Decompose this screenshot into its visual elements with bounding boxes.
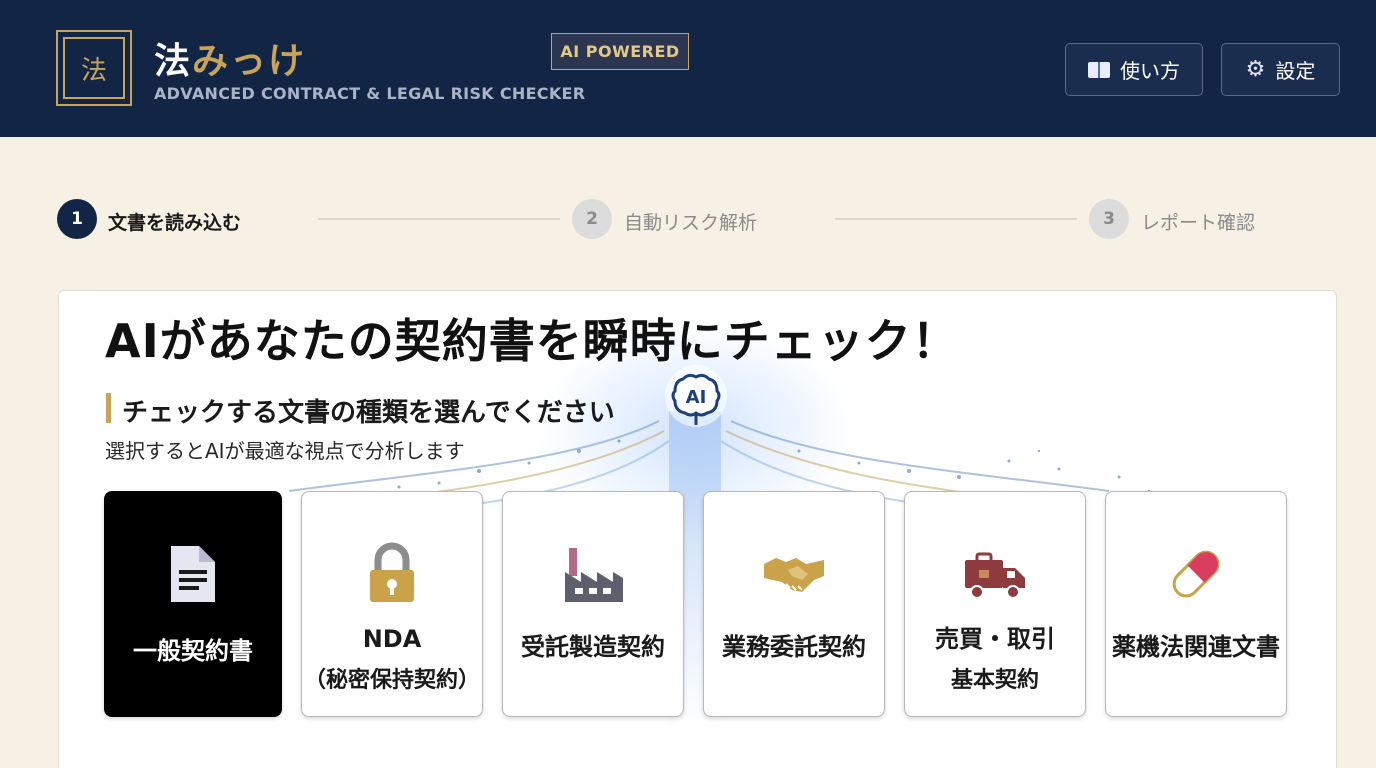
app-subtitle: ADVANCED CONTRACT & LEGAL RISK CHECKER bbox=[154, 84, 586, 103]
app-title-main: 法 bbox=[154, 40, 193, 82]
option-sales-transaction[interactable]: 売買・取引 基本契約 bbox=[904, 491, 1086, 717]
ai-powered-badge: AI POWERED bbox=[551, 33, 689, 70]
section-title: チェックする文書の種類を選んでください bbox=[122, 398, 615, 428]
app-header: 法 法みっけ ADVANCED CONTRACT & LEGAL RISK CH… bbox=[0, 0, 1376, 137]
option-label: 業務委託契約 bbox=[722, 633, 866, 661]
help-button-label: 使い方 bbox=[1120, 59, 1180, 83]
step-3-label: レポート確認 bbox=[1141, 212, 1256, 234]
book-icon bbox=[1088, 61, 1110, 78]
step-1-number: 1 bbox=[57, 199, 97, 239]
step-2-label: 自動リスク解析 bbox=[624, 212, 758, 234]
handshake-icon bbox=[764, 558, 824, 592]
option-label: NDA bbox=[362, 625, 422, 653]
step-connector bbox=[318, 218, 560, 220]
app-title: 法みっけ bbox=[154, 32, 306, 84]
document-type-card: AIがあなたの契約書を瞬時にチェック！ AI チェックする文書の種類を選んでくだ… bbox=[58, 290, 1337, 768]
truck-icon bbox=[965, 552, 1025, 599]
option-general-contract[interactable]: 一般契約書 bbox=[104, 491, 282, 717]
step-connector bbox=[835, 218, 1077, 220]
app-title-accent: みっけ bbox=[192, 40, 307, 82]
ai-brain-icon: AI bbox=[665, 365, 727, 427]
logo: 法 bbox=[56, 30, 132, 106]
section-subtitle: 選択するとAIが最適な視点で分析します bbox=[105, 439, 465, 463]
pill-icon bbox=[1172, 550, 1220, 598]
option-label: 受託製造契約 bbox=[521, 633, 665, 661]
document-icon bbox=[171, 546, 215, 602]
gear-icon: ⚙ bbox=[1245, 56, 1266, 82]
option-nda[interactable]: NDA （秘密保持契約） bbox=[301, 491, 483, 717]
svg-text:AI: AI bbox=[686, 387, 707, 408]
factory-icon bbox=[565, 548, 623, 602]
section-accent-bar bbox=[106, 393, 111, 423]
option-label: 一般契約書 bbox=[133, 637, 253, 665]
step-3-number: 3 bbox=[1089, 199, 1129, 239]
option-contract-manufacturing[interactable]: 受託製造契約 bbox=[502, 491, 684, 717]
settings-button[interactable]: ⚙ 設定 bbox=[1221, 43, 1340, 96]
step-2-number: 2 bbox=[572, 199, 612, 239]
help-button[interactable]: 使い方 bbox=[1065, 43, 1203, 96]
settings-button-label: 設定 bbox=[1275, 59, 1316, 83]
option-label-secondary: 基本契約 bbox=[950, 668, 1039, 693]
page-headline: AIがあなたの契約書を瞬時にチェック！ bbox=[105, 314, 959, 368]
option-label: 薬機法関連文書 bbox=[1112, 633, 1280, 661]
option-business-outsourcing[interactable]: 業務委託契約 bbox=[703, 491, 885, 717]
step-1-label: 文書を読み込む bbox=[108, 212, 242, 234]
logo-mark: 法 bbox=[63, 37, 125, 99]
option-label: 売買・取引 bbox=[935, 625, 1055, 653]
option-label-secondary: （秘密保持契約） bbox=[303, 668, 480, 693]
option-pharma-law-docs[interactable]: 薬機法関連文書 bbox=[1105, 491, 1287, 717]
lock-icon bbox=[370, 542, 414, 602]
